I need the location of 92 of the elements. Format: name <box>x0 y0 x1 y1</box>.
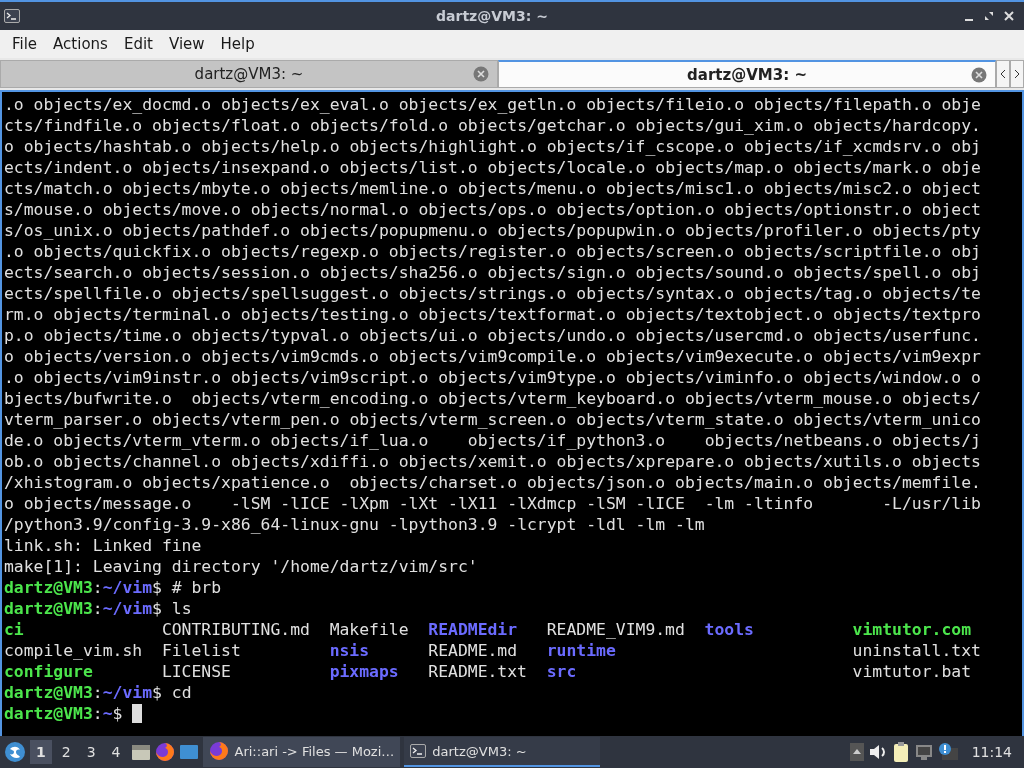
clock[interactable]: 11:14 <box>963 744 1020 760</box>
menu-item[interactable]: Edit <box>115 35 161 53</box>
terminal-icon <box>410 743 427 759</box>
prompt-path: ~/vim <box>102 598 153 619</box>
terminal-text: de.o objects/vterm_vterm.o objects/if_lua.o objects/if_python3.o objects/netbeans.o objects/j <box>4 430 981 451</box>
terminal-text: cts/findfile.o objects/float.o objects/fold.o objects/getchar.o objects/gui_xim.o objects/hardcopy. <box>4 115 981 136</box>
update-notification-icon[interactable] <box>937 742 960 762</box>
clipboard-icon[interactable] <box>891 741 910 763</box>
workspace-button[interactable]: 1 <box>30 740 52 764</box>
terminal-text: Makefile <box>329 620 409 639</box>
directory-name: src <box>546 662 577 681</box>
terminal-text: ects/indent.o objects/insexpand.o objects/list.o objects/locale.o objects/map.o objects/mark.o obje <box>4 157 981 178</box>
window-title: dartz@VM3: ~ <box>435 8 549 24</box>
task-button[interactable]: Ari::ari -> Files — Mozi… <box>202 737 401 767</box>
prompt-user: dartz@VM3 <box>4 703 93 724</box>
directory-name: nsis <box>329 641 370 660</box>
terminal-text: README.txt <box>428 662 527 681</box>
terminal-icon <box>4 8 20 24</box>
terminal-text: /xhistogram.o objects/xpatience.o objects/charset.o objects/json.o objects/main.o objects/memfile. <box>4 472 981 493</box>
terminal-text: README.md <box>428 641 518 660</box>
terminal-text: : <box>92 577 103 598</box>
terminal-text: vterm_parser.o objects/vterm_pen.o objects/vterm_screen.o objects/vterm_state.o objects/vterm_unico <box>4 409 981 430</box>
chevron-left-icon <box>1000 69 1006 79</box>
file-manager-icon[interactable] <box>130 743 151 761</box>
terminal-text: LICENSE <box>161 662 231 681</box>
close-icon[interactable] <box>1004 11 1014 21</box>
directory-name: READMEdir <box>428 620 518 639</box>
executable-name: ci <box>4 620 24 639</box>
desktop-icon[interactable] <box>178 744 199 760</box>
close-tab-icon[interactable] <box>971 66 987 83</box>
task-button[interactable]: dartz@VM3: ~ <box>404 737 601 767</box>
terminal-text: s/os_unix.o objects/pathdef.o objects/popupmenu.o objects/popupwin.o objects/profiler.o objects/pty <box>4 220 981 241</box>
menu-item[interactable]: Actions <box>45 35 116 53</box>
close-tab-icon[interactable] <box>473 66 489 82</box>
maximize-icon[interactable] <box>984 11 994 21</box>
prompt-path: ~/vim <box>102 577 153 598</box>
prompt-user: dartz@VM3 <box>4 598 93 619</box>
terminal-text: CONTRIBUTING.md <box>161 620 310 639</box>
terminal-text: .o objects/ex_docmd.o objects/ex_eval.o objects/ex_getln.o objects/fileio.o objects/filepath.o obje <box>4 94 981 115</box>
terminal-text: uninstall.txt <box>852 641 981 660</box>
network-icon[interactable] <box>913 743 934 761</box>
prompt-user: dartz@VM3 <box>4 682 93 703</box>
terminal-text: compile_vim.sh <box>4 641 143 660</box>
tab[interactable]: dartz@VM3: ~ <box>498 60 996 88</box>
terminal-text: /python3.9/config-3.9-x86_64-linux-gnu -lpython3.9 -lcrypt -ldl -lm -lm <box>4 514 705 535</box>
terminal-text: : <box>92 682 103 703</box>
directory-name: runtime <box>546 641 616 660</box>
firefox-icon <box>208 741 229 761</box>
terminal-text: ects/search.o objects/session.o objects/sha256.o objects/sign.o objects/sound.o objects/spell.o obj <box>4 262 981 283</box>
terminal-text: vimtutor.bat <box>852 662 971 681</box>
chevron-right-icon <box>1014 69 1020 79</box>
menu-item[interactable]: File <box>4 35 46 53</box>
terminal-text: p.o objects/time.o objects/typval.o objects/ui.o objects/undo.o objects/usercmd.o objects/userfunc. <box>4 325 981 346</box>
terminal-text: $ <box>112 703 123 724</box>
prompt-path: ~ <box>102 703 113 724</box>
terminal-text: o objects/message.o -lSM -lICE -lXpm -lXt -lX11 -lXdmcp -lSM -lICE -lm -ltinfo -L/usr/lib <box>4 493 981 514</box>
terminal-text: .o objects/vim9instr.o objects/vim9script.o objects/vim9type.o objects/viminfo.o objects/window.o o <box>4 367 981 388</box>
firefox-icon[interactable] <box>154 742 175 762</box>
executable-name: configure <box>4 662 93 681</box>
terminal-text: bjects/bufwrite.o objects/vterm_encoding.o objects/vterm_keyboard.o objects/vterm_mouse.o objects/ <box>4 388 981 409</box>
terminal-text: $ ls <box>152 598 192 619</box>
terminal-text: s/mouse.o objects/move.o objects/normal.o objects/ops.o objects/option.o objects/optionstr.o object <box>4 199 981 220</box>
prompt-path: ~/vim <box>102 682 153 703</box>
executable-name: vimtutor.com <box>852 620 971 639</box>
terminal-text: ects/spellfile.o objects/spellsuggest.o objects/strings.o objects/syntax.o objects/tag.o objects/te <box>4 283 981 304</box>
terminal-text: o objects/version.o objects/vim9cmds.o objects/vim9compile.o objects/vim9execute.o objects/vim9expr <box>4 346 981 367</box>
prompt-user: dartz@VM3 <box>4 577 93 598</box>
terminal-text: README_VIM9.md <box>546 620 685 639</box>
workspace-button[interactable]: 2 <box>55 740 77 764</box>
workspace-button[interactable]: 3 <box>80 740 102 764</box>
volume-icon[interactable] <box>867 743 888 761</box>
terminal-text: cts/match.o objects/mbyte.o objects/memline.o objects/menu.o objects/misc1.o objects/misc2.o object <box>4 178 981 199</box>
terminal-text: ob.o objects/channel.o objects/xdiffi.o objects/xemit.o objects/xprepare.o objects/xutils.o objects <box>4 451 981 472</box>
terminal-text: $ # brb <box>152 577 222 598</box>
terminal-text: link.sh: Linked fine <box>4 535 202 556</box>
directory-name: tools <box>704 620 754 639</box>
tab[interactable]: dartz@VM3: ~ <box>0 60 498 88</box>
tray-expand-icon[interactable] <box>849 743 864 761</box>
menu-item[interactable]: Help <box>212 35 263 53</box>
workspace-button[interactable]: 4 <box>105 740 127 764</box>
cursor <box>132 704 143 723</box>
directory-name: pixmaps <box>329 662 399 681</box>
terminal-text: $ cd <box>152 682 192 703</box>
terminal-text: Filelist <box>161 641 241 660</box>
start-menu-icon[interactable] <box>4 741 26 763</box>
menu-item[interactable]: View <box>160 35 213 53</box>
terminal-text: rm.o objects/terminal.o objects/testing.o objects/textformat.o objects/textobject.o objects/textpro <box>4 304 981 325</box>
terminal-text: : <box>92 598 103 619</box>
terminal-text: .o objects/quickfix.o objects/regexp.o objects/register.o objects/screen.o objects/scriptfile.o obj <box>4 241 981 262</box>
terminal-text: o objects/hashtab.o objects/help.o objects/highlight.o objects/if_cscope.o objects/if_xcmdsrv.o obj <box>4 136 981 157</box>
terminal-text: : <box>92 703 103 724</box>
terminal-text: make[1]: Leaving directory '/home/dartz/vim/src' <box>4 556 478 577</box>
